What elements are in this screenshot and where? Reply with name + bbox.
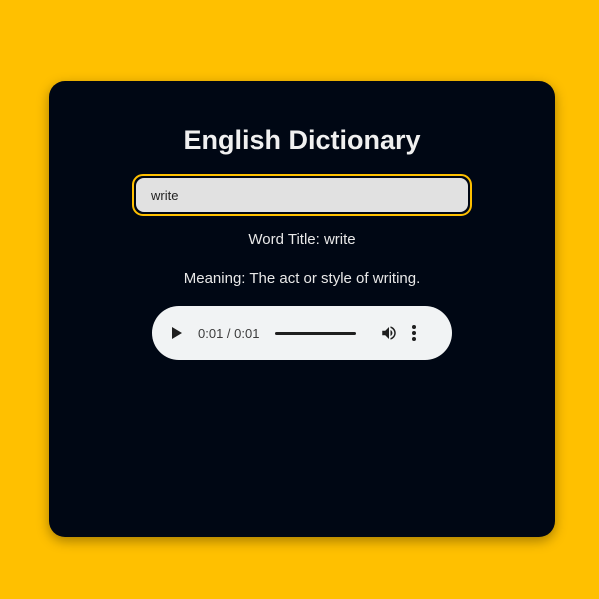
- play-icon[interactable]: [172, 327, 182, 339]
- page-title: English Dictionary: [183, 125, 421, 155]
- volume-icon[interactable]: [380, 324, 398, 342]
- search-input[interactable]: [136, 178, 468, 212]
- more-vertical-icon[interactable]: [412, 325, 417, 341]
- search-field-wrapper: [132, 174, 472, 216]
- dictionary-card: English Dictionary Word Title: write Mea…: [49, 81, 555, 537]
- meaning-text: Meaning: The act or style of writing.: [183, 270, 421, 287]
- menu-dot: [412, 331, 417, 335]
- menu-dot: [412, 325, 417, 329]
- menu-dot: [412, 337, 417, 341]
- audio-player: 0:01 / 0:01: [152, 306, 452, 360]
- word-title-text: Word Title: write: [248, 231, 356, 248]
- audio-time: 0:01 / 0:01: [198, 325, 260, 341]
- audio-progress-bar[interactable]: [275, 331, 357, 335]
